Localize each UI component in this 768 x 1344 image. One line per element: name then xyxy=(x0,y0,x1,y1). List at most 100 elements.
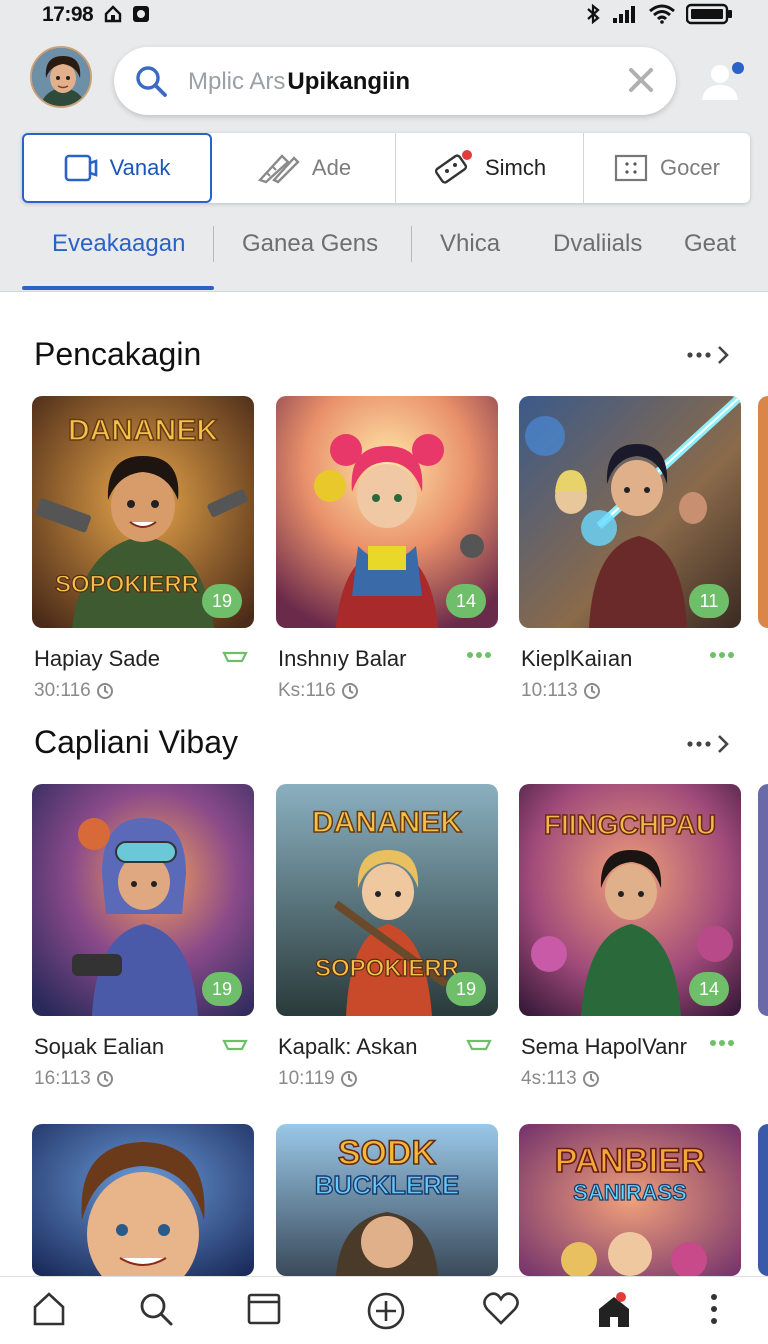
controller-small-icon[interactable] xyxy=(466,1038,492,1052)
store-icon[interactable] xyxy=(596,1291,632,1331)
clock-icon xyxy=(96,1071,113,1087)
status-time: 17:98 xyxy=(42,3,94,26)
rating-badge: 19 xyxy=(202,972,242,1006)
more-dots-icon[interactable] xyxy=(466,650,492,660)
search-nav-icon[interactable] xyxy=(138,1291,174,1327)
search-query: Upikangiin xyxy=(287,68,411,95)
segment-vanak[interactable]: Vanak xyxy=(22,133,212,203)
user-avatar[interactable] xyxy=(30,46,92,108)
game-title: Inshnıy Balar xyxy=(278,646,407,671)
tab-vhica[interactable]: Vhica xyxy=(440,230,500,258)
game-title: Hapiay Sade xyxy=(34,646,160,671)
grid-icon xyxy=(614,154,648,182)
art-title: SODK xyxy=(338,1134,437,1172)
art-title: FIINGCHPAU xyxy=(544,809,716,840)
game-card[interactable]: 14 Inshnıy Balar Ks:116 xyxy=(276,396,498,701)
account-icon[interactable] xyxy=(700,60,746,106)
game-title: KieplKaiıan xyxy=(521,646,633,671)
game-card[interactable]: PANBIER SANIRASS xyxy=(519,1124,741,1276)
status-bar: 17:98 xyxy=(0,0,768,34)
tab-divider xyxy=(213,226,214,262)
next-card-peek xyxy=(758,784,768,1016)
next-card-peek xyxy=(758,1124,768,1276)
rating-badge: 14 xyxy=(689,972,729,1006)
clock-icon xyxy=(340,1071,357,1087)
segment-label: Simch xyxy=(484,155,547,180)
game-meta-value: 10:113 xyxy=(521,680,578,701)
game-meta-value: 10:119 xyxy=(278,1068,335,1089)
game-thumbnail[interactable]: 14 xyxy=(276,396,498,628)
game-card[interactable]: 19 Soµak Ealian 16:113 xyxy=(32,784,254,1089)
segment-simch[interactable]: Simch xyxy=(396,133,584,203)
next-card-peek xyxy=(758,396,768,628)
game-card[interactable]: FIINGCHPAU 14 Sema HapolVanr 4s:113 xyxy=(519,784,741,1089)
game-card[interactable]: 11 KieplKaiıan 10:113 xyxy=(519,396,741,701)
tab-eveakaagan[interactable]: Eveakaagan xyxy=(52,230,185,258)
add-icon[interactable] xyxy=(366,1291,406,1331)
heart-icon[interactable] xyxy=(482,1291,520,1327)
segment-gocer[interactable]: Gocer xyxy=(584,133,750,203)
game-thumbnail[interactable]: PANBIER SANIRASS xyxy=(519,1124,741,1276)
controller-small-icon[interactable] xyxy=(222,1038,248,1052)
segment-ade[interactable]: Ade xyxy=(212,133,396,203)
controller-icon xyxy=(434,150,472,184)
more-dots-icon[interactable] xyxy=(709,650,735,660)
home-icon[interactable] xyxy=(32,1291,66,1327)
art-title: PANBIER xyxy=(555,1142,706,1180)
notification-status-icon xyxy=(133,6,149,22)
pencil-ruler-icon xyxy=(257,154,300,184)
game-thumbnail[interactable]: DANANEK SOPOKIERR 19 xyxy=(32,396,254,628)
battery-icon xyxy=(686,3,732,25)
rating-badge: 11 xyxy=(689,584,729,618)
game-thumbnail[interactable]: 11 xyxy=(519,396,741,628)
tablet-icon xyxy=(64,154,97,182)
game-thumbnail[interactable] xyxy=(32,1124,254,1276)
art-title: DANANEK xyxy=(312,806,462,839)
game-meta: 10:119 xyxy=(278,1068,359,1090)
game-card[interactable]: SODK BUCKLERE xyxy=(276,1124,498,1276)
segment-label: Vanak xyxy=(109,155,171,180)
art-subtitle: SOPOKIERR xyxy=(315,955,459,982)
game-meta: 16:113 xyxy=(34,1068,115,1090)
wifi-icon xyxy=(649,4,675,24)
search-icon[interactable] xyxy=(134,64,168,98)
controller-small-icon[interactable] xyxy=(222,650,248,664)
section-title: Capliani Vibay xyxy=(34,724,238,760)
game-card[interactable]: DANANEK SOPOKIERR 19 Hapiay Sade 30:116 xyxy=(32,396,254,701)
library-icon[interactable] xyxy=(246,1291,282,1327)
game-title: Kapalk: Askan xyxy=(278,1034,418,1059)
tab-ganea-gens[interactable]: Ganea Gens xyxy=(242,230,378,258)
search-bar[interactable]: Mplic ArsUpikangiin xyxy=(114,47,676,115)
game-meta-value: 30:116 xyxy=(34,680,91,701)
game-meta: 4s:113 xyxy=(521,1068,601,1090)
clock-icon xyxy=(96,683,113,699)
clock-icon xyxy=(583,683,600,699)
more-chevron-icon xyxy=(687,346,729,364)
search-input[interactable]: Mplic ArsUpikangiin xyxy=(188,68,410,96)
game-title: Sema HapolVanr xyxy=(521,1034,687,1059)
signal-icon xyxy=(613,6,635,23)
art-title: DANANEK xyxy=(68,414,218,447)
close-icon[interactable] xyxy=(626,65,656,95)
game-card[interactable]: DANANEK SOPOKIERR 19 Kapalk: Askan 10:11… xyxy=(276,784,498,1089)
game-thumbnail[interactable]: FIINGCHPAU 14 xyxy=(519,784,741,1016)
art-subtitle: SOPOKIERR xyxy=(55,571,199,598)
game-card[interactable] xyxy=(32,1124,254,1276)
section-title: Pencakagin xyxy=(34,336,202,372)
tab-dvaliials[interactable]: Dvaliials xyxy=(553,230,642,258)
game-thumbnail[interactable]: SODK BUCKLERE xyxy=(276,1124,498,1276)
category-tabs: Eveakaagan Ganea Gens Vhica Dvaliials Ge… xyxy=(0,216,768,292)
game-thumbnail[interactable]: 19 xyxy=(32,784,254,1016)
game-title: Soµak Ealian xyxy=(34,1034,165,1059)
more-vertical-icon[interactable] xyxy=(704,1291,724,1327)
more-chevron-icon xyxy=(687,735,729,753)
more-dots-icon[interactable] xyxy=(709,1038,735,1048)
game-thumbnail[interactable]: DANANEK SOPOKIERR 19 xyxy=(276,784,498,1016)
active-tab-indicator xyxy=(22,286,214,290)
tab-geat[interactable]: Geat xyxy=(684,230,736,258)
section-more-button[interactable] xyxy=(686,733,732,755)
bluetooth-icon xyxy=(587,4,600,24)
section-more-button[interactable] xyxy=(686,344,732,366)
clock-icon xyxy=(582,1071,599,1087)
category-segment-bar: Vanak Ade Simch Gocer xyxy=(22,133,750,203)
